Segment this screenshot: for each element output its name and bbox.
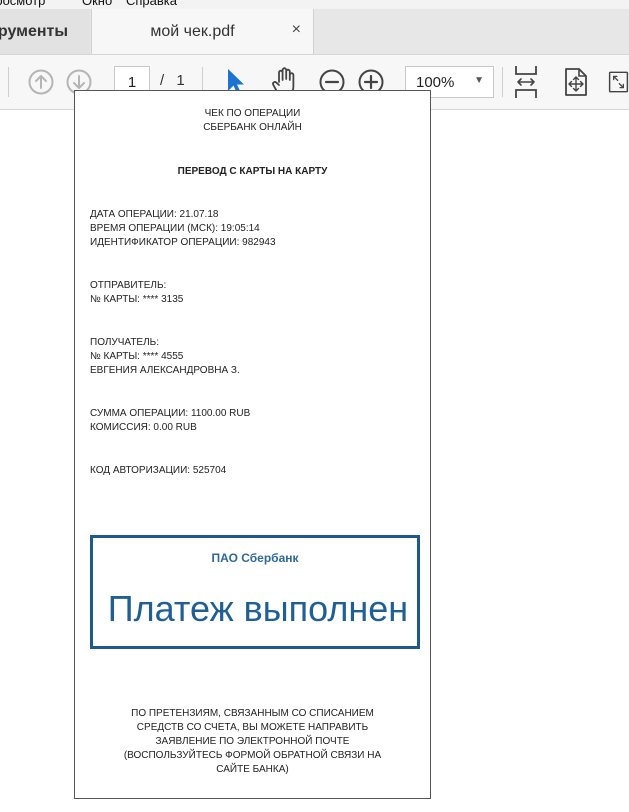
payment-stamp: ПАО Сбербанк Платеж выполнен [90, 535, 420, 649]
receipt-sender-card: № КАРТЫ: **** 3135 [90, 294, 184, 305]
arrow-up-circle-icon[interactable] [27, 68, 55, 96]
stamp-status: Платеж выполнен [107, 588, 409, 629]
receipt-footer-line2: СРЕДСТВ СО СЧЕТА, ВЫ МОЖЕТЕ НАПРАВИТЬ [136, 722, 369, 733]
fit-page-icon[interactable] [562, 66, 590, 98]
tab-document-title: мой чек.pdf [150, 22, 235, 40]
receipt-auth-code: КОД АВТОРИЗАЦИИ: 525704 [90, 465, 227, 476]
close-tab-icon[interactable]: × [292, 21, 301, 39]
document-area[interactable]: ЧЕК ПО ОПЕРАЦИИ СБЕРБАНК ОНЛАЙН ПЕРЕВОД … [0, 90, 629, 812]
receipt-footer-line4: (ВОСПОЛЬЗУЙТЕСЬ ФОРМОЙ ОБРАТНОЙ СВЯЗИ НА [123, 750, 382, 761]
receipt-time: ВРЕМЯ ОПЕРАЦИИ (МСК): 19:05:14 [90, 223, 260, 234]
stamp-bank-name: ПАО Сбербанк [211, 551, 299, 565]
receipt-fee: КОМИССИЯ: 0.00 RUB [90, 422, 197, 433]
total-pages: 1 [176, 72, 185, 89]
page-separator: / [160, 72, 165, 89]
tab-tools-label: Инструменты [0, 22, 69, 40]
menu-item-window[interactable]: Окно [82, 0, 112, 8]
tab-strip: Инструменты мой чек.pdf × [0, 9, 629, 55]
zoom-value: 100% [416, 74, 455, 91]
receipt-header-line2: СБЕРБАНК ОНЛАЙН [203, 122, 302, 133]
receipt-recipient-card: № КАРТЫ: **** 4555 [90, 351, 184, 362]
tab-tools[interactable]: Инструменты [0, 9, 90, 54]
receipt-recipient-label: ПОЛУЧАТЕЛЬ: [90, 337, 160, 348]
chevron-down-icon: ▼ [474, 75, 484, 86]
receipt-footer-line5: САЙТЕ БАНКА) [216, 764, 289, 775]
toolbar-separator [8, 67, 9, 97]
receipt-footer-line1: ПО ПРЕТЕНЗИЯМ, СВЯЗАННЫМ СО СПИСАНИЕМ [131, 708, 374, 719]
receipt-operation-id: ИДЕНТИФИКАТОР ОПЕРАЦИИ: 982943 [90, 237, 276, 248]
menu-item-view[interactable]: Просмотр [0, 0, 45, 8]
pdf-page: ЧЕК ПО ОПЕРАЦИИ СБЕРБАНК ОНЛАЙН ПЕРЕВОД … [74, 90, 431, 799]
fit-width-icon[interactable] [512, 65, 540, 99]
receipt-operation-type: ПЕРЕВОД С КАРТЫ НА КАРТУ [177, 166, 328, 177]
tab-document[interactable]: мой чек.pdf × [91, 9, 314, 54]
pdf-viewer-window: Просмотр Окно Справка Инструменты мой че… [0, 0, 629, 812]
receipt-sender-label: ОТПРАВИТЕЛЬ: [90, 280, 167, 291]
receipt-header-line1: ЧЕК ПО ОПЕРАЦИИ [204, 108, 301, 119]
current-page-value: 1 [127, 73, 137, 91]
menu-bar: Просмотр Окно Справка [0, 0, 629, 9]
page-count: / 1 [160, 72, 185, 89]
receipt-amount: СУММА ОПЕРАЦИИ: 1100.00 RUB [90, 408, 251, 419]
receipt-date: ДАТА ОПЕРАЦИИ: 21.07.18 [90, 209, 219, 220]
receipt-footer-line3: ЗАЯВЛЕНИЕ ПО ЭЛЕКТРОННОЙ ПОЧТЕ [155, 736, 350, 747]
toolbar-separator [502, 67, 503, 97]
receipt-recipient-name: ЕВГЕНИЯ АЛЕКСАНДРОВНА З. [90, 365, 240, 376]
fullscreen-icon[interactable] [608, 66, 629, 98]
menu-item-help[interactable]: Справка [126, 0, 177, 8]
